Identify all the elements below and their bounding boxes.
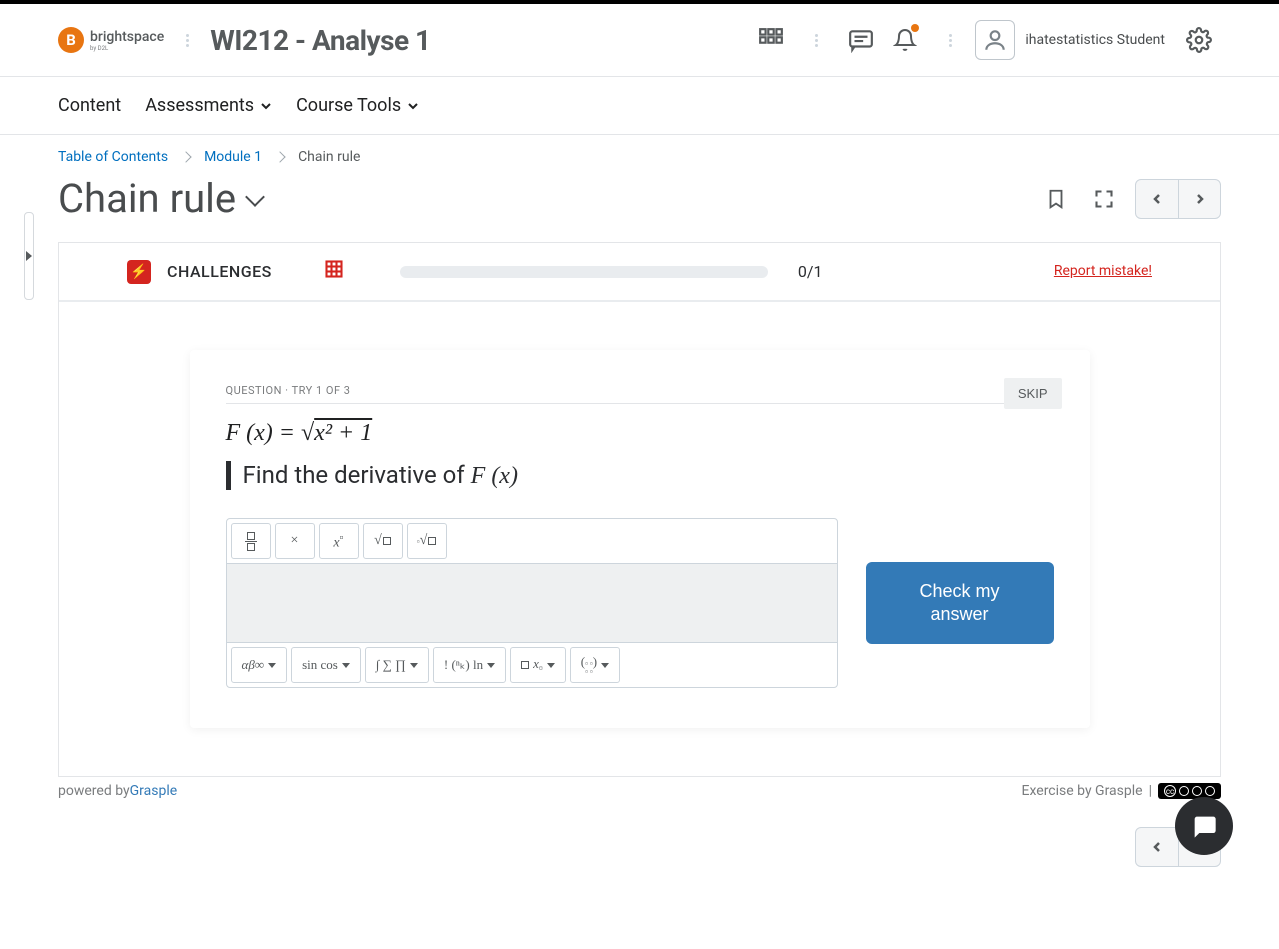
bc-current: Chain rule: [298, 149, 360, 165]
notifications-icon[interactable]: [883, 18, 927, 62]
editor-calc-dropdown[interactable]: ∫ ∑ ∏: [365, 647, 429, 683]
accent-bar: [226, 461, 231, 490]
logo-icon: B: [58, 27, 84, 53]
math-editor[interactable]: × x▫ √ ▫√ αβ∞ sin cos ∫ ∑ ∏ ! (ⁿₖ) ln x▫…: [226, 518, 838, 688]
side-panel-handle[interactable]: [24, 212, 34, 300]
editor-trig-dropdown[interactable]: sin cos: [291, 647, 361, 683]
bc-toc[interactable]: Table of Contents: [58, 149, 168, 165]
chevron-right-icon: [180, 151, 191, 162]
progress-text: 0/1: [798, 262, 823, 281]
page-title[interactable]: Chain rule: [58, 175, 262, 222]
progress-bar: [400, 266, 768, 278]
username[interactable]: ihatestatistics Student: [1025, 32, 1165, 48]
exercise-by-label: Exercise by Grasple: [1022, 783, 1143, 799]
editor-comb-dropdown[interactable]: ! (ⁿₖ) ln: [433, 647, 506, 683]
question-instruction: Find the derivative of F (x): [243, 461, 518, 490]
messages-icon[interactable]: [839, 18, 883, 62]
notification-badge-icon: [911, 24, 919, 32]
chevron-right-icon: [274, 151, 285, 162]
nav-content[interactable]: Content: [58, 95, 121, 116]
course-title[interactable]: WI212 - Analyse 1: [210, 24, 430, 57]
editor-nthroot-button[interactable]: ▫√: [407, 523, 447, 559]
grasple-link[interactable]: Grasple: [130, 783, 178, 799]
editor-frac-button[interactable]: [231, 523, 271, 559]
caret-right-icon: [26, 251, 32, 261]
challenge-grid-icon[interactable]: [324, 259, 344, 284]
logo-text: brightspace: [90, 29, 164, 45]
divider-icon: [943, 34, 957, 47]
challenge-label: CHALLENGES: [167, 262, 272, 281]
bookmark-icon[interactable]: [1039, 182, 1073, 216]
prev-page-button[interactable]: [1136, 828, 1178, 866]
editor-matrix-dropdown[interactable]: (▫ ▫▫ ▫): [570, 647, 620, 683]
question-meta: QUESTION · TRY 1 OF 3: [226, 384, 1054, 404]
editor-times-button[interactable]: ×: [275, 523, 315, 559]
report-mistake-link[interactable]: Report mistake!: [1054, 263, 1152, 280]
skip-button[interactable]: SKIP: [1004, 378, 1062, 409]
divider-icon: [809, 34, 823, 47]
nav-course-tools[interactable]: Course Tools: [296, 95, 419, 116]
prev-page-button[interactable]: [1136, 180, 1178, 218]
editor-greek-dropdown[interactable]: αβ∞: [231, 647, 288, 683]
logo-sub: by D2L: [90, 45, 164, 52]
next-page-button[interactable]: [1178, 180, 1220, 218]
editor-power-button[interactable]: x▫: [319, 523, 359, 559]
divider-icon: [180, 34, 194, 47]
check-answer-button[interactable]: Check my answer: [866, 562, 1054, 645]
question-formula: F (x) = √x² + 1: [226, 420, 1054, 447]
gear-icon[interactable]: [1177, 18, 1221, 62]
fullscreen-icon[interactable]: [1087, 182, 1121, 216]
breadcrumb: Table of Contents Module 1 Chain rule: [0, 135, 1279, 175]
challenge-icon: ⚡: [127, 260, 151, 284]
chat-fab-icon[interactable]: [1175, 797, 1233, 855]
editor-sub-dropdown[interactable]: x▫: [510, 647, 566, 683]
brightspace-logo[interactable]: B brightspace by D2L: [58, 27, 164, 53]
bc-module[interactable]: Module 1: [204, 149, 262, 165]
cc-license-icon[interactable]: cc: [1158, 783, 1221, 799]
editor-sqrt-button[interactable]: √: [363, 523, 403, 559]
chevron-down-icon: [245, 187, 265, 207]
editor-canvas[interactable]: [227, 564, 837, 642]
avatar[interactable]: [973, 18, 1017, 62]
powered-by-label: powered by: [58, 783, 130, 799]
apps-grid-icon[interactable]: [749, 18, 793, 62]
nav-assessments[interactable]: Assessments: [145, 95, 272, 116]
